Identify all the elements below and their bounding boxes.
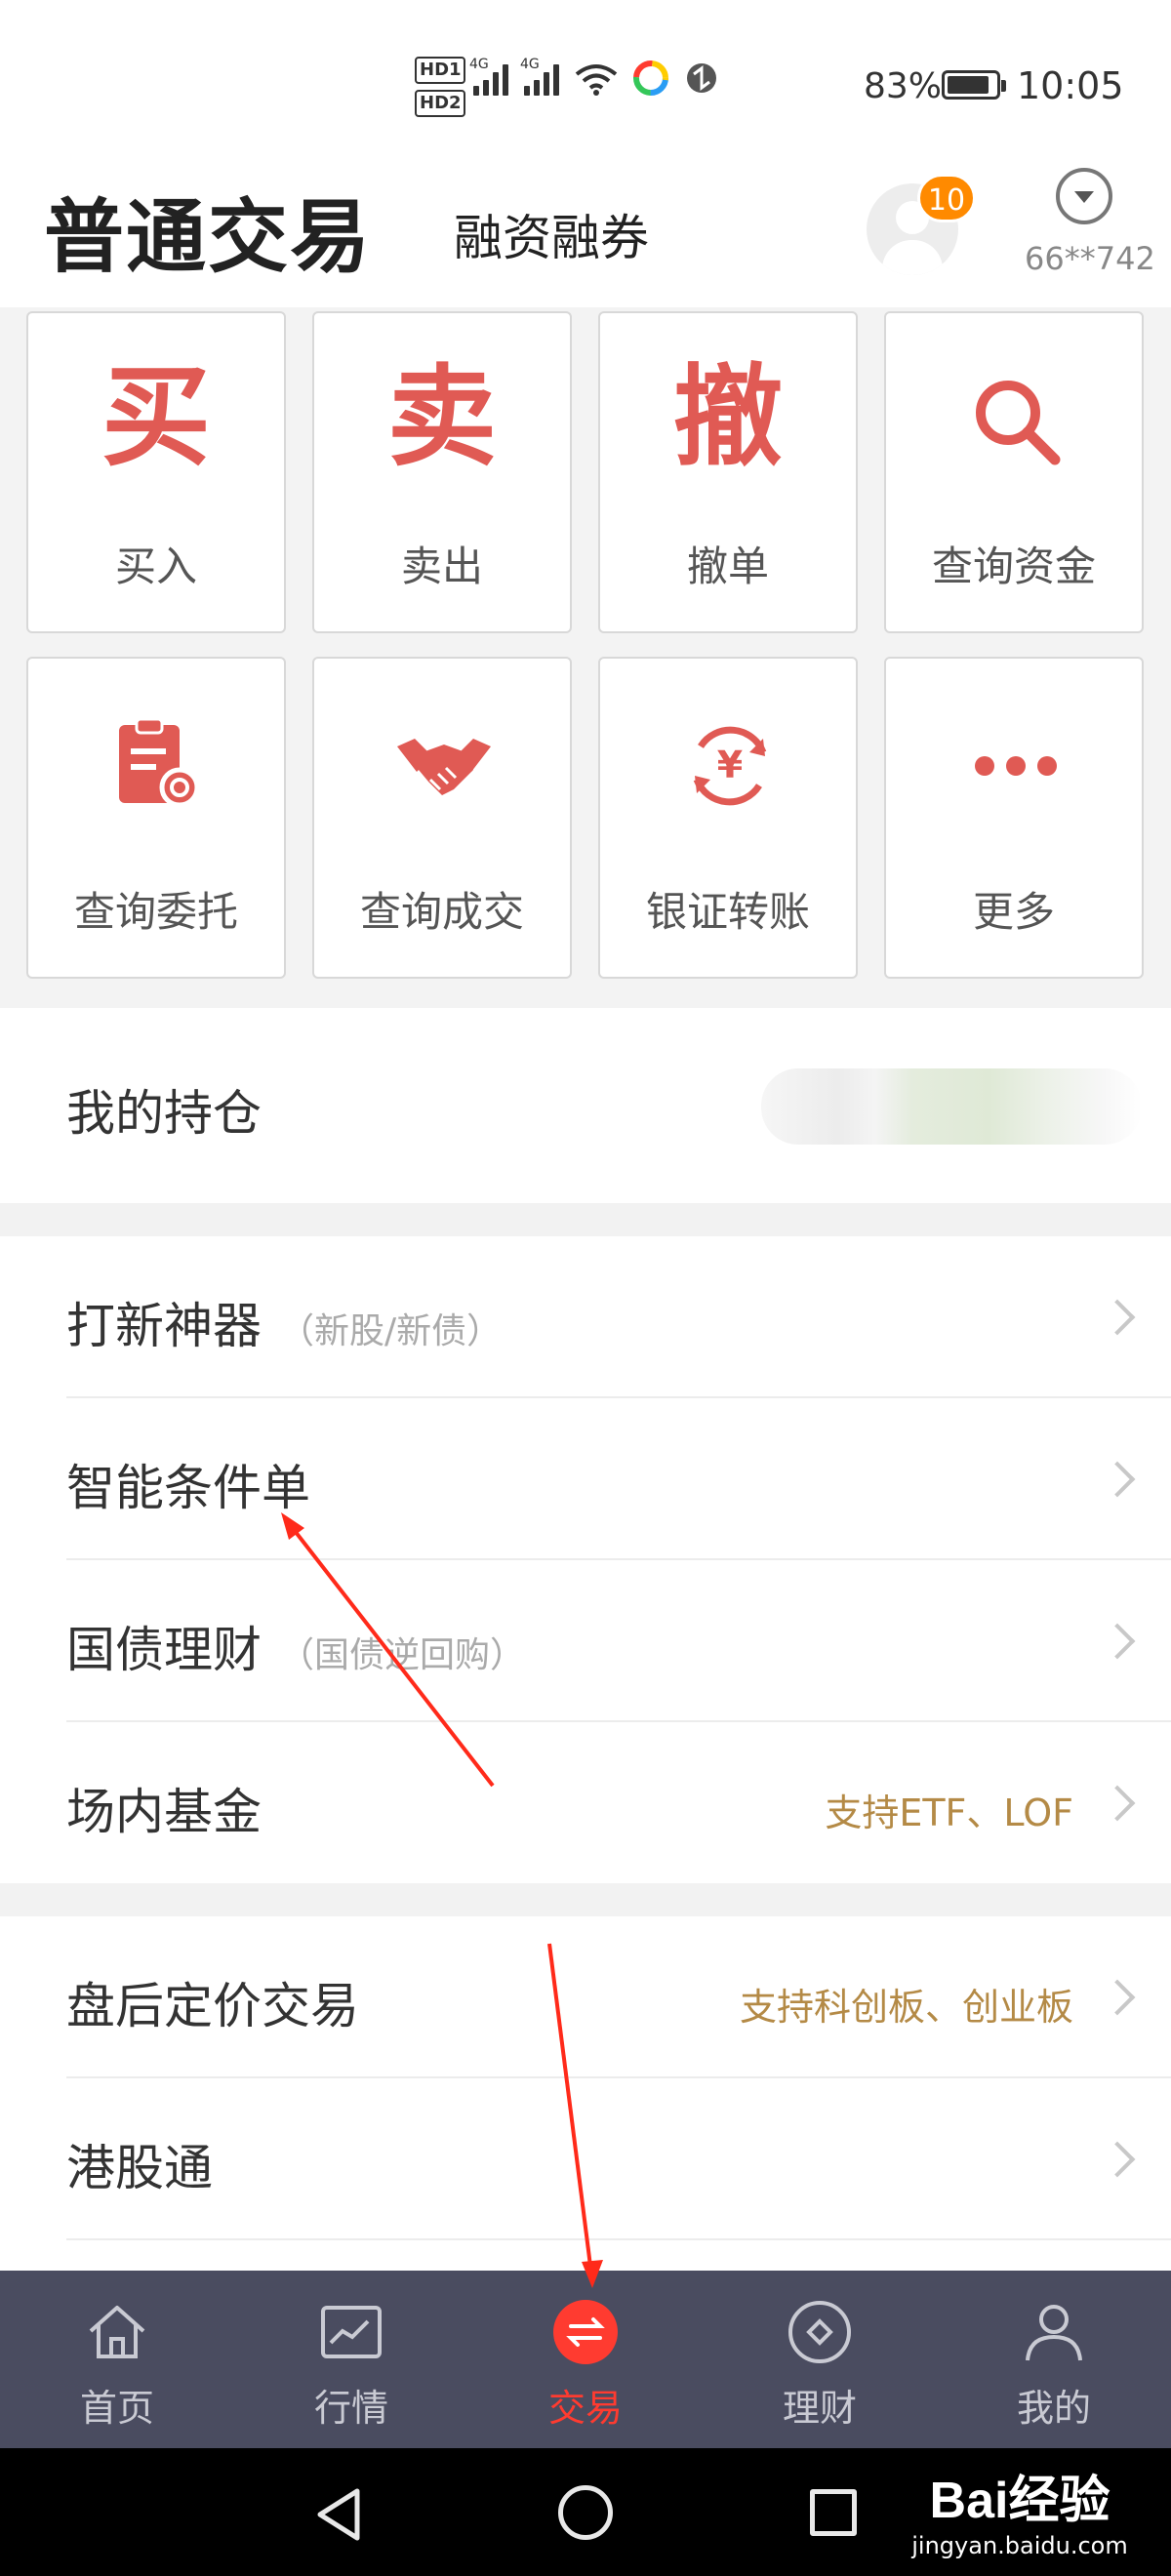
nav-me-label: 我的 <box>1016 2387 1091 2430</box>
query-deals-button[interactable]: 查询成交 <box>312 657 572 979</box>
app-sync-icon <box>687 63 716 93</box>
chevron-right-icon <box>1099 1785 1136 1822</box>
ipo-label: 打新神器 <box>66 1298 262 1354</box>
account-dropdown-icon[interactable] <box>1056 168 1112 224</box>
buy-label: 买入 <box>114 543 197 590</box>
chevron-right-icon <box>1099 1299 1136 1336</box>
handshake-icon <box>397 739 491 795</box>
nav-wealth-label: 理财 <box>782 2387 857 2430</box>
home-circle-icon[interactable] <box>558 2485 613 2540</box>
list-item-after-hours[interactable]: 盘后定价交易 支持科创板、创业板 <box>0 1916 1171 2078</box>
chevron-right-icon <box>1099 1979 1136 2016</box>
query-funds-button[interactable]: 查询资金 <box>884 311 1144 633</box>
exchange-fund-label: 场内基金 <box>66 1784 262 1840</box>
bank-transfer-button[interactable]: ¥ 银证转账 <box>598 657 858 979</box>
message-badge: 10 <box>917 174 976 222</box>
query-deals-label: 查询成交 <box>359 888 524 936</box>
hd2-label: HD2 <box>415 90 465 117</box>
sell-label: 卖出 <box>400 543 483 590</box>
list-item-exchange-fund[interactable]: 场内基金 支持ETF、LOF <box>0 1722 1171 1884</box>
nav-trade[interactable]: 交易 <box>468 2271 703 2448</box>
clock: 10:05 <box>1017 64 1124 107</box>
nav-trade-label: 交易 <box>547 2387 623 2430</box>
diamond-icon <box>788 2301 851 2363</box>
signal-icons: 4G 4G <box>469 57 719 96</box>
list-item-treasury[interactable]: 国债理财 （国债逆回购） <box>0 1560 1171 1722</box>
ipo-note: （新股/新债） <box>279 1311 503 1351</box>
section-divider <box>0 1203 1171 1236</box>
cancel-glyph: 撤 <box>673 354 783 481</box>
holdings-masked-value <box>761 1068 1142 1145</box>
signal-2-icon: 4G <box>520 57 559 96</box>
after-hours-hint: 支持科创板、创业板 <box>739 1986 1073 2029</box>
section-divider <box>0 1883 1171 1916</box>
battery-percent: 83% <box>864 66 943 106</box>
smart-order-label: 智能条件单 <box>66 1460 310 1516</box>
more-button[interactable]: 更多 <box>884 657 1144 979</box>
more-label: 更多 <box>972 888 1055 936</box>
battery-icon <box>942 70 1006 100</box>
back-icon[interactable] <box>314 2487 363 2542</box>
cancel-label: 撤单 <box>686 543 769 590</box>
query-funds-label: 查询资金 <box>931 543 1096 590</box>
function-grid: 买 买入 卖 卖出 撤 撤单 查询资金 查询委托 查询成交 ¥ 银证转账 更多 <box>0 307 1171 1008</box>
status-bar: HD1 HD2 4G 4G 83% 10:05 <box>0 0 1171 156</box>
svg-text:¥: ¥ <box>717 744 743 786</box>
account-id[interactable]: 66**742 <box>1025 240 1155 277</box>
hd1-label: HD1 <box>415 57 465 84</box>
bank-transfer-label: 银证转账 <box>645 888 810 936</box>
list-item-ipo[interactable]: 打新神器 （新股/新债） <box>0 1236 1171 1398</box>
list-item-smart-order[interactable]: 智能条件单 <box>0 1398 1171 1560</box>
my-holdings-row[interactable]: 我的持仓 <box>0 1008 1171 1203</box>
net2-label: 4G <box>520 57 540 72</box>
cancel-order-button[interactable]: 撤 撤单 <box>598 311 858 633</box>
sell-glyph: 卖 <box>387 354 497 481</box>
nav-market[interactable]: 行情 <box>234 2271 468 2448</box>
nav-home[interactable]: 首页 <box>0 2271 234 2448</box>
page-header: 普通交易 融资融券 10 66**742 <box>0 156 1171 312</box>
watermark-url: jingyan.baidu.com <box>911 2532 1128 2559</box>
chevron-right-icon <box>1099 1461 1136 1498</box>
chevron-right-icon <box>1099 2141 1136 2178</box>
document-search-icon <box>119 717 200 808</box>
watermark-brand: Bai经验 <box>929 2473 1110 2529</box>
feature-list-1: 打新神器 （新股/新债） 智能条件单 国债理财 （国债逆回购） 场内基金 支持ETF… <box>0 1236 1171 1884</box>
nav-wealth[interactable]: 理财 <box>703 2271 937 2448</box>
more-dots-icon <box>975 756 1057 776</box>
recent-apps-icon[interactable] <box>810 2489 857 2536</box>
sell-button[interactable]: 卖 卖出 <box>312 311 572 633</box>
chart-icon <box>321 2306 382 2358</box>
hd-indicator: HD1 HD2 <box>415 57 465 123</box>
list-item-hk-connect[interactable]: 港股通 <box>0 2078 1171 2240</box>
search-icon <box>976 381 1061 465</box>
nav-me[interactable]: 我的 <box>937 2271 1171 2448</box>
watermark: Bai经验 jingyan.baidu.com <box>898 2459 1142 2559</box>
home-icon <box>89 2306 145 2358</box>
hk-connect-label: 港股通 <box>66 2140 213 2196</box>
query-orders-label: 查询委托 <box>73 888 238 936</box>
buy-glyph: 买 <box>101 354 211 481</box>
exchange-icon <box>553 2300 618 2364</box>
wifi-icon <box>575 64 618 96</box>
nav-market-label: 行情 <box>313 2387 388 2430</box>
after-hours-label: 盘后定价交易 <box>66 1978 359 2034</box>
signal-1-icon: 4G <box>469 57 508 96</box>
app-notification-icon <box>633 60 668 96</box>
exchange-fund-hint: 支持ETF、LOF <box>825 1791 1073 1834</box>
treasury-label: 国债理财 <box>66 1622 262 1678</box>
buy-button[interactable]: 买 买入 <box>26 311 286 633</box>
holdings-title: 我的持仓 <box>66 1085 262 1142</box>
user-icon <box>1026 2305 1082 2361</box>
feature-list-2: 盘后定价交易 支持科创板、创业板 港股通 <box>0 1916 1171 2240</box>
bottom-nav: 首页 行情 交易 理财 我的 <box>0 2271 1171 2448</box>
treasury-note: （国债逆回购） <box>279 1635 526 1675</box>
query-orders-button[interactable]: 查询委托 <box>26 657 286 979</box>
tab-margin-trading[interactable]: 融资融券 <box>454 199 649 269</box>
nav-home-label: 首页 <box>79 2387 154 2430</box>
net1-label: 4G <box>469 57 489 72</box>
tab-normal-trading[interactable]: 普通交易 <box>44 172 372 288</box>
chevron-right-icon <box>1099 1623 1136 1660</box>
yuan-transfer-icon: ¥ <box>693 726 767 806</box>
